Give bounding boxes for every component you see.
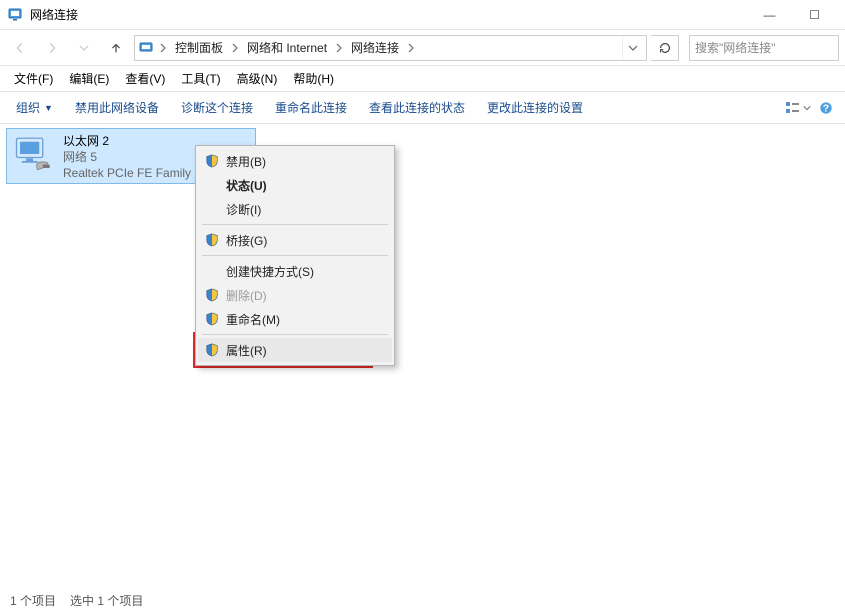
content-area[interactable]: 以太网 2 网络 5 Realtek PCIe FE Family [0,124,845,584]
spacer-icon [204,177,220,193]
navigation-bar: 控制面板 网络和 Internet 网络连接 [0,30,845,66]
recent-button[interactable] [70,34,98,62]
context-menu-label: 创建快捷方式(S) [226,263,382,280]
back-button[interactable] [6,34,34,62]
chevron-right-icon[interactable] [333,43,345,53]
shield-icon [204,232,220,248]
context-menu-item[interactable]: 属性(R) [198,338,392,362]
rename-connection-button[interactable]: 重命名此连接 [265,95,357,120]
search-input[interactable] [691,41,845,55]
minimize-button[interactable]: — [747,1,792,29]
organize-button[interactable]: 组织 ▼ [6,95,63,120]
status-selected-count: 选中 1 个项目 [70,592,143,609]
forward-button[interactable] [38,34,66,62]
view-status-button[interactable]: 查看此连接的状态 [359,95,475,120]
up-button[interactable] [102,34,130,62]
context-menu-separator [202,224,388,225]
status-bar: 1 个项目 选中 1 个项目 [0,588,845,612]
shield-icon [204,311,220,327]
diagnose-connection-button[interactable]: 诊断这个连接 [171,95,263,120]
spacer-icon [204,263,220,279]
menu-view[interactable]: 查看(V) [117,67,173,90]
context-menu-label: 禁用(B) [226,153,382,170]
change-settings-button[interactable]: 更改此连接的设置 [477,95,593,120]
context-menu-item[interactable]: 桥接(G) [198,228,392,252]
shield-icon [204,342,220,358]
breadcrumb: 控制面板 网络和 Internet 网络连接 [171,37,417,58]
context-menu-item[interactable]: 创建快捷方式(S) [198,259,392,283]
context-menu-item[interactable]: 重命名(M) [198,307,392,331]
organize-label: 组织 [16,99,40,116]
chevron-right-icon[interactable] [405,43,417,53]
connection-text: 以太网 2 网络 5 Realtek PCIe FE Family [63,133,191,182]
spacer-icon [204,201,220,217]
chevron-down-icon: ▼ [44,103,53,113]
context-menu-label: 删除(D) [226,287,382,304]
context-menu-separator [202,334,388,335]
connection-name: 以太网 2 [63,133,191,149]
status-item-count: 1 个项目 [10,592,56,609]
menu-file[interactable]: 文件(F) [6,67,61,90]
chevron-right-icon[interactable] [229,43,241,53]
context-menu-item: 删除(D) [198,283,392,307]
window-title: 网络连接 [30,6,78,23]
context-menu-item[interactable]: 禁用(B) [198,149,392,173]
menubar: 文件(F) 编辑(E) 查看(V) 工具(T) 高级(N) 帮助(H) [0,66,845,92]
toolbar: 组织 ▼ 禁用此网络设备 诊断这个连接 重命名此连接 查看此连接的状态 更改此连… [0,92,845,124]
context-menu-label: 重命名(M) [226,311,382,328]
breadcrumb-item-control-panel[interactable]: 控制面板 [171,37,227,58]
context-menu-label: 属性(R) [226,342,382,359]
context-menu-item[interactable]: 状态(U) [198,173,392,197]
breadcrumb-item-network-internet[interactable]: 网络和 Internet [243,37,331,58]
context-menu-label: 桥接(G) [226,232,382,249]
view-options-button[interactable] [785,96,811,120]
shield-icon [204,153,220,169]
menu-edit[interactable]: 编辑(E) [61,67,117,90]
connection-device: Realtek PCIe FE Family [63,165,191,181]
context-menu-label: 状态(U) [226,177,382,194]
ethernet-icon [13,133,55,175]
svg-text:?: ? [823,102,829,114]
titlebar: 网络连接 — ☐ [0,0,845,30]
disable-device-button[interactable]: 禁用此网络设备 [65,95,169,120]
address-bar[interactable]: 控制面板 网络和 Internet 网络连接 [134,35,647,61]
maximize-button[interactable]: ☐ [792,1,837,29]
refresh-button[interactable] [651,35,679,61]
menu-tools[interactable]: 工具(T) [173,67,228,90]
menu-help[interactable]: 帮助(H) [285,67,342,90]
help-button[interactable]: ? [813,96,839,120]
search-box[interactable] [689,35,839,61]
address-icon [139,40,155,56]
context-menu-separator [202,255,388,256]
breadcrumb-item-network-connections[interactable]: 网络连接 [347,37,403,58]
app-icon [8,7,24,23]
shield-icon [204,287,220,303]
address-dropdown-button[interactable] [622,36,642,60]
connection-status: 网络 5 [63,149,191,165]
context-menu-label: 诊断(I) [226,201,382,218]
context-menu: 禁用(B) 状态(U) 诊断(I) 桥接(G) 创建快捷方式(S) 删除(D) 重命名(M)… [195,145,395,366]
menu-advanced[interactable]: 高级(N) [229,67,286,90]
chevron-right-icon[interactable] [157,43,169,53]
context-menu-item[interactable]: 诊断(I) [198,197,392,221]
